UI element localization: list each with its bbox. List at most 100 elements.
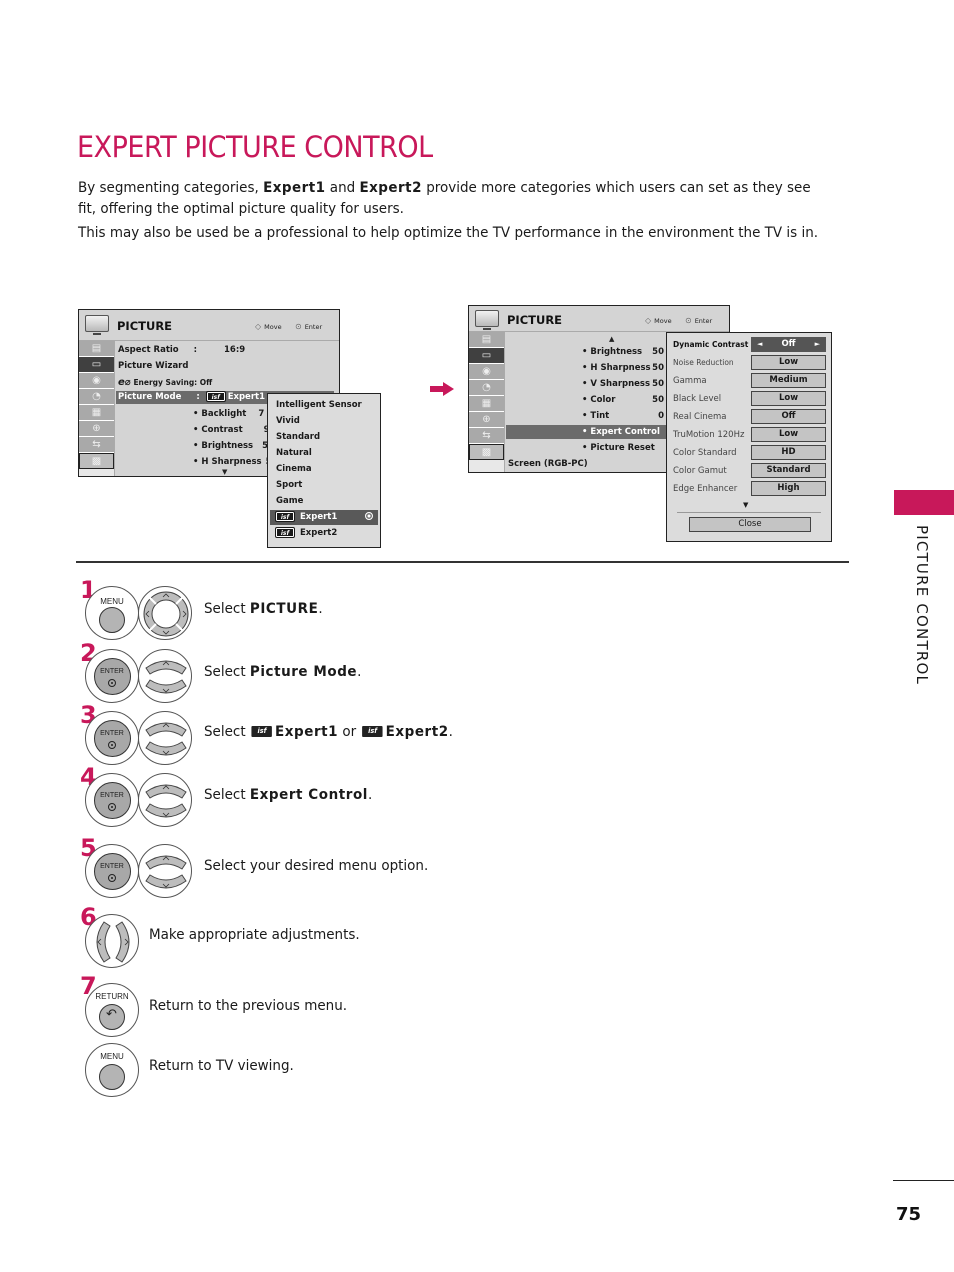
tint-row[interactable]: • Tint 0 bbox=[582, 411, 664, 421]
eco-icon: e⌀ bbox=[118, 377, 131, 388]
contrast-row[interactable]: • Contrast9 bbox=[193, 425, 270, 435]
enter-button[interactable]: ENTER bbox=[85, 711, 139, 765]
mode-option[interactable]: Natural bbox=[276, 448, 312, 458]
brightness-row[interactable]: • Brightness 50 bbox=[582, 347, 664, 357]
dynamic-contrast-value[interactable]: ◄ Off ► bbox=[751, 337, 826, 352]
osd-header: PICTURE ◇ Move ⊙ Enter bbox=[469, 306, 729, 332]
lock-icon[interactable]: ⊕ bbox=[469, 412, 504, 428]
input-icon[interactable]: ⇆ bbox=[79, 437, 114, 453]
picture-icon[interactable]: ▭ bbox=[469, 348, 504, 364]
intro-paragraph-2: This may also be used be a professional … bbox=[78, 225, 819, 241]
menu-button-circle bbox=[99, 1064, 125, 1090]
return-button[interactable]: RETURN ↶ bbox=[85, 983, 139, 1037]
mode-option[interactable]: Sport bbox=[276, 480, 302, 490]
h-sharpness-row[interactable]: • H Sharpness 50 bbox=[582, 363, 664, 373]
expert2-term: Expert2 bbox=[359, 180, 422, 196]
lock-icon[interactable]: ⊕ bbox=[79, 421, 114, 437]
menu-button[interactable]: MENU bbox=[85, 1043, 139, 1097]
enter-button[interactable]: ENTER bbox=[85, 844, 139, 898]
osd-header: PICTURE ◇ Move ⊙ Enter bbox=[79, 310, 339, 341]
usb-icon[interactable]: ▩ bbox=[469, 444, 504, 460]
aspect-ratio-row[interactable]: Aspect Ratio : 16:9 bbox=[118, 345, 245, 355]
noise-reduction-row[interactable]: Noise Reduction Low bbox=[673, 355, 827, 370]
up-down-nav-pad[interactable] bbox=[138, 844, 192, 898]
return-arrow-icon: ↶ bbox=[106, 1007, 117, 1022]
option-icon[interactable]: ▦ bbox=[469, 396, 504, 412]
enter-button[interactable]: ENTER bbox=[85, 773, 139, 827]
section-tab-marker bbox=[894, 490, 954, 515]
enter-button[interactable]: ENTER bbox=[85, 649, 139, 703]
left-right-arrows-icon bbox=[96, 921, 130, 963]
page-number-rule bbox=[893, 1180, 954, 1181]
isf-icon: isf bbox=[205, 391, 226, 402]
v-sharpness-row[interactable]: • V Sharpness 50 bbox=[582, 379, 664, 389]
up-down-arrows-icon bbox=[145, 784, 187, 818]
left-right-nav-pad[interactable] bbox=[85, 914, 139, 968]
color-gamut-row[interactable]: Color Gamut Standard bbox=[673, 463, 827, 478]
backlight-row[interactable]: • Backlight 7 bbox=[193, 409, 264, 419]
mode-option[interactable]: Standard bbox=[276, 432, 320, 442]
step-7-text: Return to the previous menu. bbox=[149, 998, 348, 1014]
black-level-row[interactable]: Black Level Low bbox=[673, 391, 827, 406]
scroll-down-icon[interactable]: ▼ bbox=[222, 468, 227, 476]
enter-button-circle bbox=[94, 658, 131, 695]
mode-option[interactable]: Vivid bbox=[276, 416, 300, 426]
move-hint: ◇ Move bbox=[255, 322, 282, 331]
enter-button-circle bbox=[94, 720, 131, 757]
selected-radio-icon bbox=[365, 512, 373, 520]
enter-dot-icon bbox=[108, 874, 116, 882]
usb-icon[interactable]: ▩ bbox=[79, 453, 114, 469]
step-3-text: Select isf Expert1 or isf Expert2. bbox=[204, 724, 453, 740]
up-down-nav-pad[interactable] bbox=[138, 773, 192, 827]
edge-enhancer-row[interactable]: Edge Enhancer High bbox=[673, 481, 827, 496]
separator bbox=[677, 512, 821, 513]
audio-icon[interactable]: ◉ bbox=[469, 364, 504, 380]
brightness-row[interactable]: • Brightness 5 bbox=[193, 441, 268, 451]
osd-title: PICTURE bbox=[507, 313, 563, 327]
audio-icon[interactable]: ◉ bbox=[79, 373, 114, 389]
four-way-nav-pad[interactable] bbox=[138, 586, 192, 640]
step-1-text: Select PICTURE. bbox=[204, 601, 323, 617]
energy-saving-row[interactable]: e⌀ Energy Saving: Off bbox=[118, 377, 212, 388]
up-down-arrows-icon bbox=[145, 855, 187, 889]
trumotion-row[interactable]: TruMotion 120Hz Low bbox=[673, 427, 827, 442]
h-sharpness-row[interactable]: • H Sharpness5 bbox=[193, 457, 272, 467]
mode-option[interactable]: Intelligent Sensor bbox=[276, 400, 362, 410]
up-down-nav-pad[interactable] bbox=[138, 649, 192, 703]
input-icon[interactable]: ⇆ bbox=[469, 428, 504, 444]
scroll-up-icon[interactable]: ▲ bbox=[609, 335, 614, 343]
close-button[interactable]: Close bbox=[689, 517, 811, 532]
real-cinema-row[interactable]: Real Cinema Off bbox=[673, 409, 827, 424]
isf-icon: isf bbox=[275, 527, 295, 538]
setup-icon[interactable]: ▤ bbox=[79, 341, 114, 357]
time-icon[interactable]: ◔ bbox=[79, 389, 114, 405]
setup-icon[interactable]: ▤ bbox=[469, 332, 504, 348]
enter-button-circle bbox=[94, 853, 131, 890]
mode-option[interactable]: Game bbox=[276, 496, 303, 506]
option-icon[interactable]: ▦ bbox=[79, 405, 114, 421]
isf-icon: isf bbox=[362, 725, 383, 737]
osd-sidebar: ▤ ▭ ◉ ◔ ▦ ⊕ ⇆ ▩ bbox=[469, 332, 505, 472]
mode-option-selected[interactable]: isf Expert1 bbox=[270, 510, 378, 525]
mode-option[interactable]: isf Expert2 bbox=[275, 527, 337, 538]
picture-reset-row[interactable]: • Picture Reset bbox=[582, 443, 655, 453]
dynamic-contrast-row[interactable]: Dynamic Contrast ◄ Off ► bbox=[673, 337, 827, 352]
time-icon[interactable]: ◔ bbox=[469, 380, 504, 396]
step-6-text: Make appropriate adjustments. bbox=[149, 927, 360, 943]
menu-button[interactable]: MENU bbox=[85, 586, 139, 640]
enter-icon: ⊙ bbox=[685, 316, 692, 325]
arrow-left-icon[interactable]: ◄ bbox=[757, 338, 762, 351]
expert-control-row[interactable]: • Expert Control bbox=[506, 425, 666, 439]
gamma-row[interactable]: Gamma Medium bbox=[673, 373, 827, 388]
screen-row[interactable]: Screen (RGB-PC) bbox=[508, 459, 588, 469]
intro-text: By segmenting categories, Expert1 and Ex… bbox=[78, 178, 822, 244]
picture-icon[interactable]: ▭ bbox=[79, 357, 114, 373]
color-standard-row[interactable]: Color Standard HD bbox=[673, 445, 827, 460]
picture-wizard-row[interactable]: Picture Wizard bbox=[118, 361, 188, 371]
scroll-down-icon[interactable]: ▼ bbox=[743, 501, 748, 509]
arrow-right-icon[interactable]: ► bbox=[815, 338, 820, 351]
up-down-nav-pad[interactable] bbox=[138, 711, 192, 765]
mode-option[interactable]: Cinema bbox=[276, 464, 312, 474]
expert-control-panel: Dynamic Contrast ◄ Off ► Noise Reduction Lo… bbox=[666, 332, 832, 542]
color-row[interactable]: • Color 50 bbox=[582, 395, 664, 405]
